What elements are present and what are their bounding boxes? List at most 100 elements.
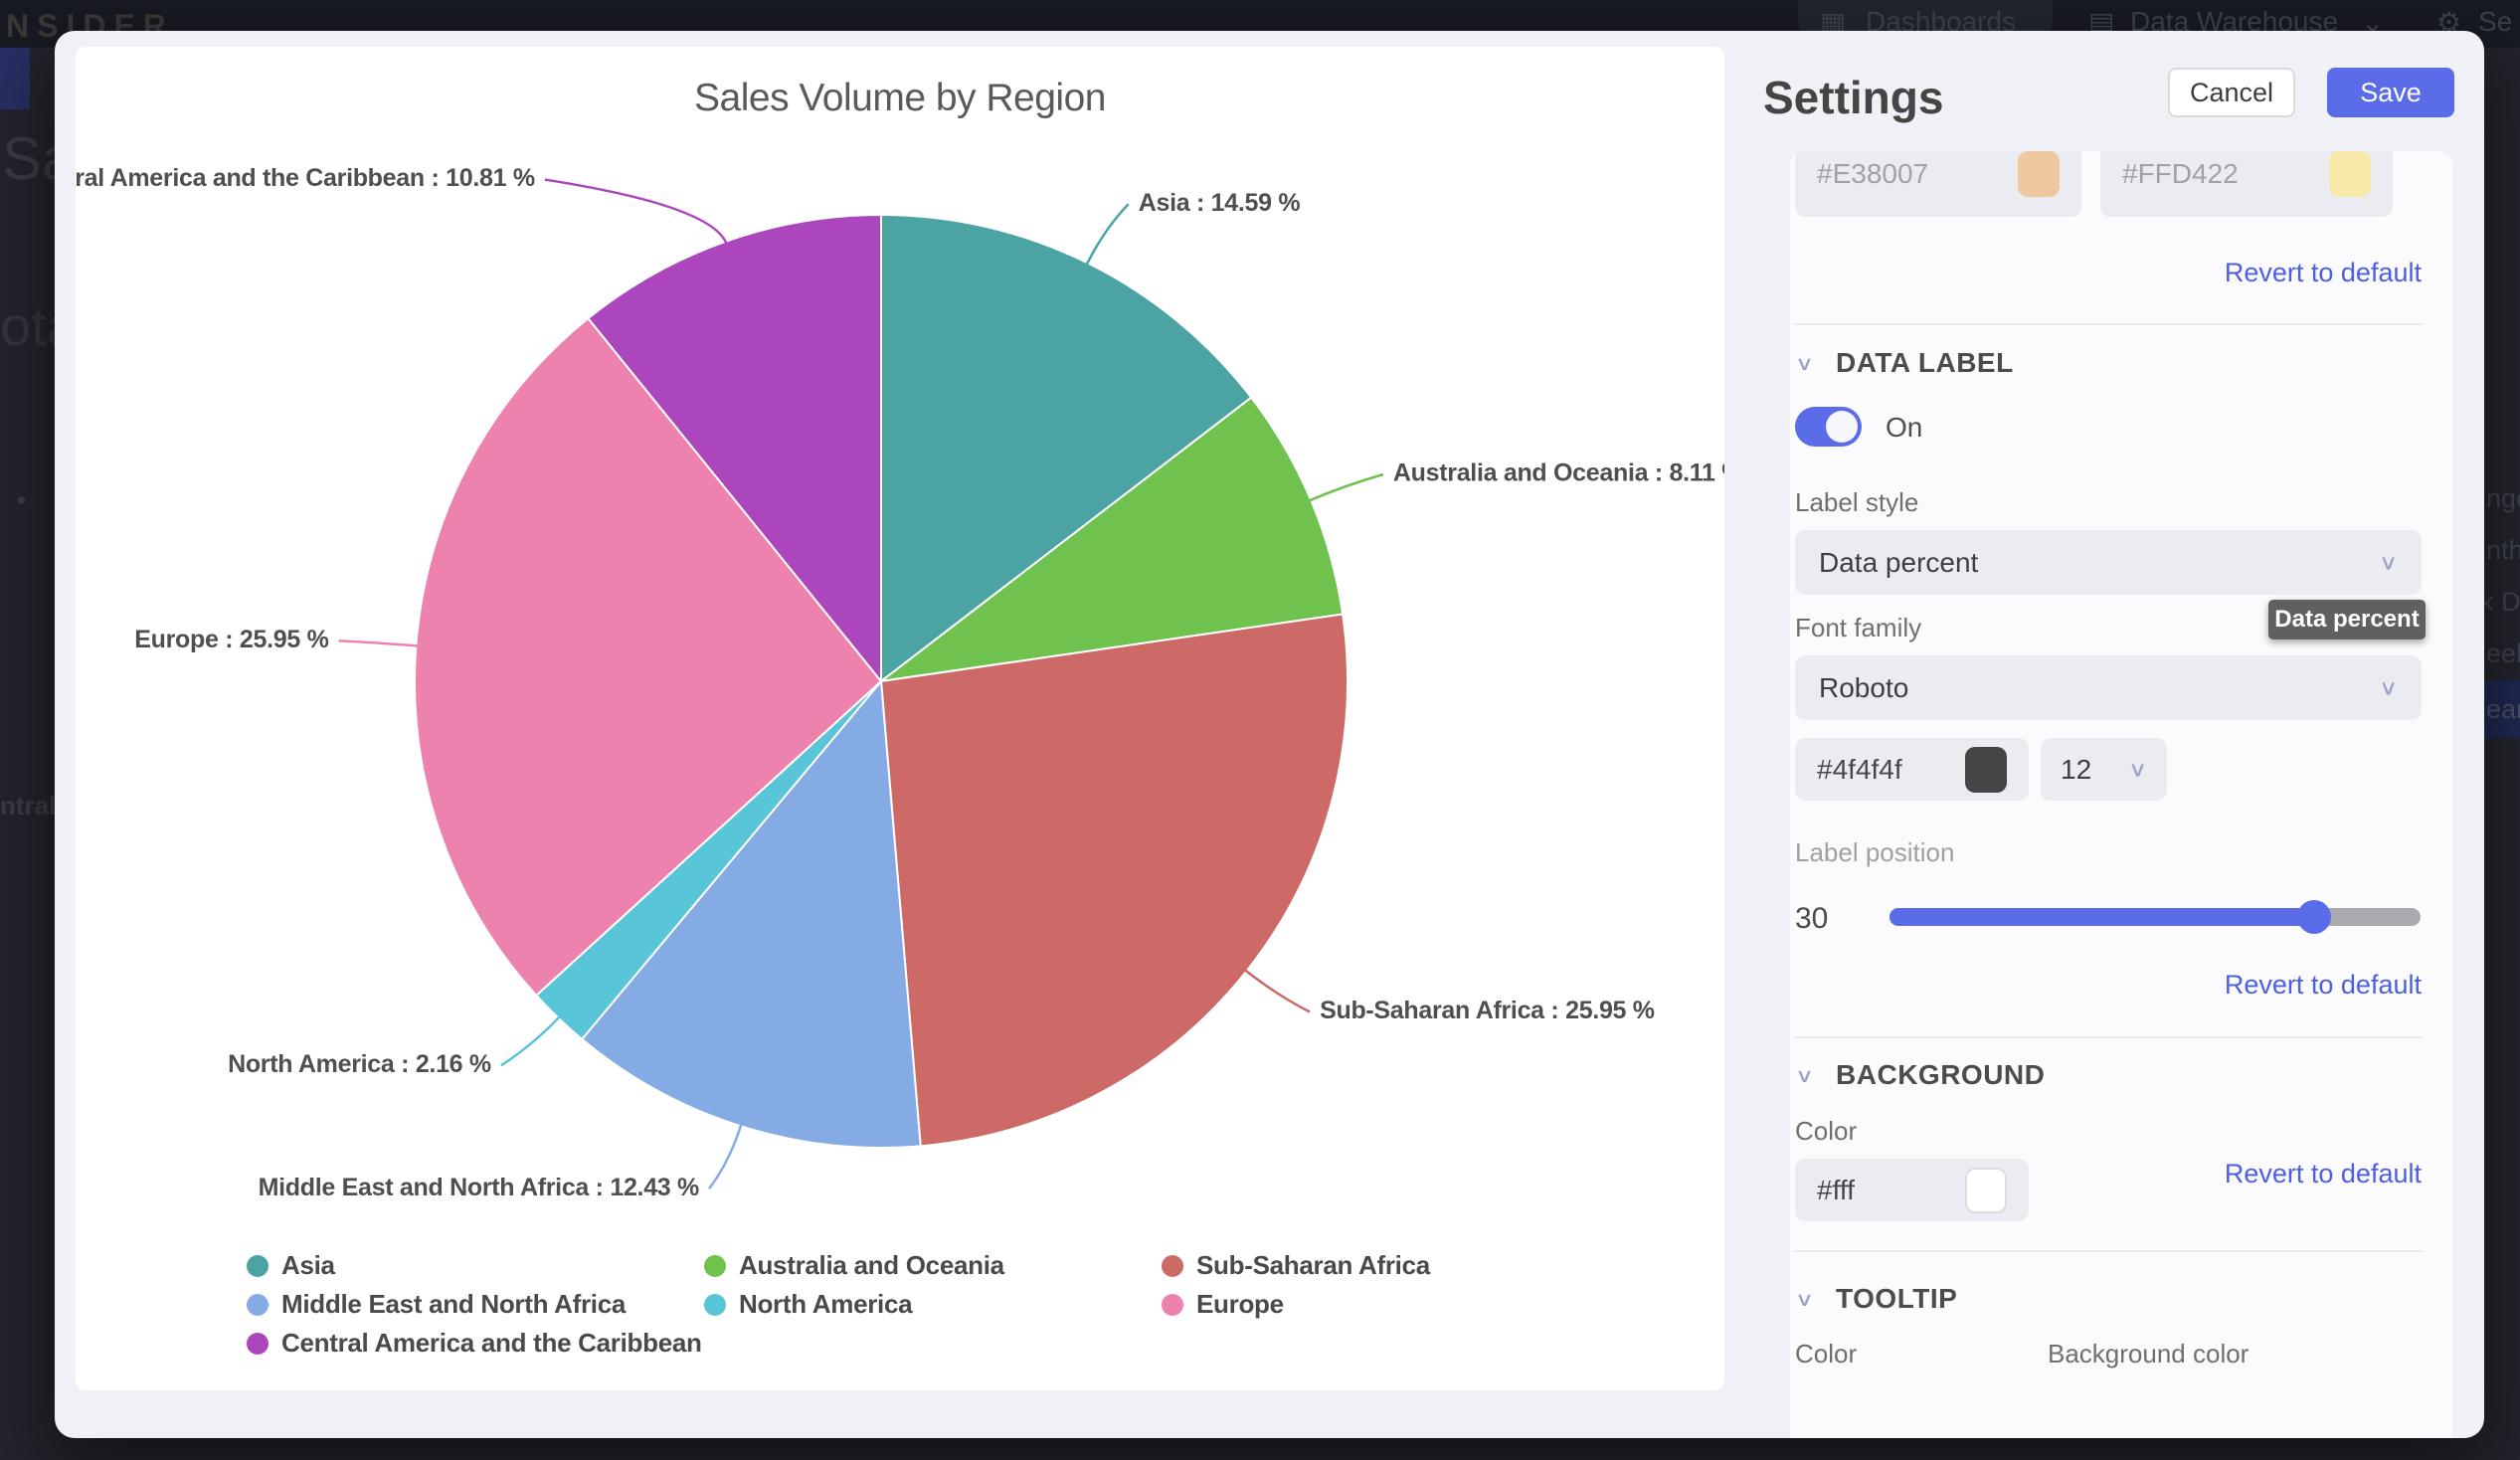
label-leader-line bbox=[501, 1015, 561, 1065]
section-header-background: ∨ BACKGROUND bbox=[1795, 1059, 2045, 1091]
background-color-label: Color bbox=[1795, 1116, 1857, 1147]
toggle-knob bbox=[1826, 411, 1858, 443]
legend-item-3[interactable]: Sub-Saharan Africa bbox=[1162, 1253, 1619, 1278]
section-header-data-label: ∨ DATA LABEL bbox=[1795, 347, 2014, 379]
chart-legend: Asia Australia and Oceania Sub-Saharan Afr… bbox=[247, 1253, 1619, 1356]
chart-title: Sales Volume by Region bbox=[76, 77, 1724, 120]
section-divider bbox=[1795, 1250, 2422, 1252]
font-family-dropdown[interactable]: Roboto ∨ bbox=[1795, 655, 2422, 720]
nav-settings[interactable]: Se bbox=[2478, 6, 2512, 38]
section-title: DATA LABEL bbox=[1836, 347, 2014, 379]
pie-slice-label: Australia and Oceania : 8.11 % bbox=[1393, 459, 1724, 487]
label-style-label: Label style bbox=[1795, 487, 1918, 518]
legend-label: Asia bbox=[281, 1250, 335, 1281]
pie-slice-label: North America : 2.16 % bbox=[228, 1050, 491, 1078]
legend-label: North America bbox=[739, 1289, 912, 1320]
font-size-value: 12 bbox=[2061, 754, 2091, 786]
series-color-input-2[interactable]: #FFD422 bbox=[2100, 151, 2393, 217]
font-color-swatch[interactable] bbox=[1965, 747, 2007, 793]
chart-card: Sales Volume by Region Asia : 14.59 % Aus… bbox=[76, 47, 1724, 1390]
chevron-down-icon: ∨ bbox=[2379, 675, 2398, 700]
chevron-down-icon[interactable]: ∨ bbox=[1795, 351, 1814, 374]
tooltip-background-color-label: Background color bbox=[2048, 1339, 2249, 1369]
pie-chart: Asia : 14.59 % Australia and Oceania : 8.… bbox=[76, 47, 1724, 1390]
bg-text-fragment: k D bbox=[2480, 587, 2520, 618]
bg-bullet: ● bbox=[16, 489, 27, 510]
legend-label: Europe bbox=[1196, 1289, 1284, 1320]
legend-dot bbox=[1162, 1255, 1183, 1277]
legend-item-1[interactable]: Asia bbox=[247, 1253, 704, 1278]
chevron-down-icon[interactable]: ∨ bbox=[1795, 1287, 1814, 1310]
font-color-value: #4f4f4f bbox=[1817, 754, 1902, 786]
settings-modal: Sales Volume by Region Asia : 14.59 % Aus… bbox=[55, 31, 2484, 1438]
legend-label: Sub-Saharan Africa bbox=[1196, 1250, 1430, 1281]
legend-item-4[interactable]: Middle East and North Africa bbox=[247, 1292, 704, 1317]
label-leader-line bbox=[339, 640, 420, 645]
label-leader-line bbox=[1086, 204, 1129, 266]
bg-text-fragment: eek bbox=[2486, 639, 2520, 669]
bg-text-fragment: nth bbox=[2486, 535, 2520, 566]
series-color-value-1: #E38007 bbox=[1817, 158, 1928, 190]
section-header-tooltip: ∨ TOOLTIP bbox=[1795, 1283, 1957, 1315]
legend-dot bbox=[247, 1333, 269, 1355]
dropdown-tooltip: Data percent bbox=[2268, 600, 2426, 639]
legend-item-7[interactable]: Central America and the Caribbean bbox=[247, 1331, 704, 1356]
pie-slice-label: Europe : 25.95 % bbox=[134, 626, 328, 653]
pie-slice-label: Middle East and North Africa : 12.43 % bbox=[259, 1174, 699, 1201]
pie-slice-label: Asia : 14.59 % bbox=[1139, 189, 1301, 217]
label-leader-line bbox=[1308, 474, 1383, 501]
pie-slice-3[interactable] bbox=[881, 614, 1348, 1146]
revert-to-default-link-background[interactable]: Revert to default bbox=[1795, 1159, 2422, 1189]
revert-to-default-link-data-label[interactable]: Revert to default bbox=[1795, 970, 2422, 1001]
section-title: TOOLTIP bbox=[1836, 1283, 1957, 1315]
legend-item-6[interactable]: Europe bbox=[1162, 1292, 1619, 1317]
font-family-label: Font family bbox=[1795, 613, 1921, 643]
label-leader-line bbox=[545, 180, 727, 245]
font-family-value: Roboto bbox=[1819, 672, 1908, 704]
legend-dot bbox=[704, 1294, 726, 1316]
section-divider bbox=[1795, 323, 2422, 325]
revert-to-default-link-colors[interactable]: Revert to default bbox=[1795, 258, 2422, 288]
legend-item-2[interactable]: Australia and Oceania bbox=[704, 1253, 1162, 1278]
legend-item-5[interactable]: North America bbox=[704, 1292, 1162, 1317]
section-title: BACKGROUND bbox=[1836, 1059, 2045, 1091]
label-position-value: 30 bbox=[1795, 902, 1828, 936]
series-color-value-2: #FFD422 bbox=[2122, 158, 2239, 190]
series-color-swatch-1[interactable] bbox=[2018, 151, 2060, 197]
label-position-slider[interactable] bbox=[1890, 908, 2421, 926]
legend-dot bbox=[247, 1294, 269, 1316]
settings-scroll-area[interactable]: #E38007 #FFD422 Revert to default ∨ DATA… bbox=[1790, 151, 2452, 1438]
legend-dot bbox=[247, 1255, 269, 1277]
label-leader-line bbox=[1244, 970, 1310, 1012]
font-color-input[interactable]: #4f4f4f bbox=[1795, 738, 2029, 801]
slider-thumb[interactable] bbox=[2297, 900, 2331, 934]
legend-dot bbox=[1162, 1294, 1183, 1316]
panel-title: Settings bbox=[1763, 71, 1943, 124]
series-color-input-1[interactable]: #E38007 bbox=[1795, 151, 2081, 217]
chevron-down-icon: ∨ bbox=[2379, 550, 2398, 575]
label-leader-line bbox=[709, 1123, 742, 1188]
section-divider bbox=[1795, 1036, 2422, 1038]
label-style-dropdown[interactable]: Data percent ∨ bbox=[1795, 530, 2422, 595]
label-position-label: Label position bbox=[1795, 837, 1954, 868]
tooltip-color-label: Color bbox=[1795, 1339, 1857, 1369]
chevron-down-icon: ∨ bbox=[2128, 757, 2147, 782]
bg-text-fragment: ear bbox=[2486, 694, 2520, 725]
slider-fill bbox=[1890, 908, 2314, 926]
pie-slice-label: Sub-Saharan Africa : 25.95 % bbox=[1320, 997, 1655, 1024]
cancel-button[interactable]: Cancel bbox=[2168, 68, 2295, 117]
data-label-toggle[interactable] bbox=[1795, 407, 1862, 447]
font-size-dropdown[interactable]: 12 ∨ bbox=[2041, 738, 2167, 801]
bg-text-fragment: ntral bbox=[0, 791, 56, 821]
bg-text-fragment: nge bbox=[2486, 483, 2520, 514]
pie-slice-label: Central America and the Caribbean : 10.8… bbox=[76, 164, 535, 192]
legend-label: Australia and Oceania bbox=[739, 1250, 1004, 1281]
series-color-swatch-2[interactable] bbox=[2329, 151, 2371, 197]
save-button[interactable]: Save bbox=[2327, 68, 2454, 117]
legend-dot bbox=[704, 1255, 726, 1277]
legend-label: Central America and the Caribbean bbox=[281, 1328, 702, 1359]
legend-label: Middle East and North Africa bbox=[281, 1289, 626, 1320]
sidebar-highlight bbox=[0, 48, 30, 109]
label-style-value: Data percent bbox=[1819, 547, 1978, 579]
chevron-down-icon[interactable]: ∨ bbox=[1795, 1063, 1814, 1086]
